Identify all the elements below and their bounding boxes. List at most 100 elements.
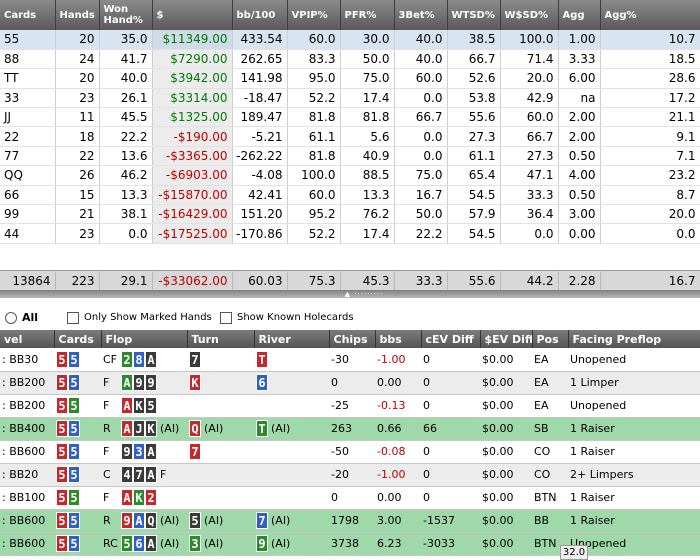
stats-col-header[interactable]: 3Bet% <box>394 0 448 30</box>
stats-cell: 17.2 <box>600 88 700 109</box>
card-5-h: 5 <box>56 397 68 414</box>
hands-col-header[interactable]: Cards <box>54 330 102 348</box>
facing-preflop-cell: Unopened <box>568 394 700 418</box>
stats-cell: 57.9 <box>447 204 501 225</box>
turn-cell: K <box>187 371 254 395</box>
hand-row[interactable]: : BB600 5 5 RC 5 6 A (AI) 3 (AI) 9 (AI) 3738 6.23 -303… <box>0 532 700 556</box>
river-cell: 9 (AI) <box>254 532 329 556</box>
stats-cell: 50.0 <box>340 49 395 70</box>
known-holecards-checkbox[interactable] <box>220 312 232 324</box>
card-5-h: 5 <box>56 374 68 391</box>
turn-action: (AI) <box>204 537 224 550</box>
summary-cell: 75.3 <box>287 270 341 291</box>
hand-row[interactable]: : BB600 5 5 F 9 3 A 7 -50 -0.08 0 $0.00 CO 1 Raiser <box>0 440 700 464</box>
card-T-c: T <box>256 420 268 437</box>
flop-cell: AK5 <box>119 394 187 418</box>
stats-cell: 45.5 <box>99 107 153 128</box>
stats-cell: 15 <box>55 185 100 206</box>
stats-row[interactable]: QQ 26 46.2 -$6903.00 -4.08 100.0 88.5 75.0 65.4 4… <box>0 165 700 186</box>
hand-row[interactable]: : BB600 5 5 R 9 A Q (AI) 5 (AI) 7 (AI) 1798 3.00 -1537… <box>0 509 700 533</box>
stats-cell: 53.8 <box>447 88 501 109</box>
hand-row[interactable]: : BB200 5 5 F A 9 9 K 6 0 0.00 0 $0.00 EA 1 Limper <box>0 371 700 395</box>
hand-row[interactable]: : BB20 5 5 C 4 7 A F -20 -1.00 0 $0.00 CO 2+ Limpers <box>0 463 700 487</box>
splitter-grip-icon[interactable]: ▲ ········· <box>336 291 392 298</box>
stats-cell: 0.0 <box>500 223 559 244</box>
hands-col-header[interactable]: bbs <box>375 330 422 348</box>
stats-cell: 141.98 <box>232 68 288 89</box>
hands-col-header[interactable]: Facing Preflop <box>568 330 700 348</box>
preflop-action-cell: R <box>101 509 119 533</box>
hands-col-header[interactable]: Flop <box>101 330 188 348</box>
stats-col-header[interactable]: W$SD% <box>500 0 559 30</box>
hands-col-header[interactable]: Chips <box>329 330 376 348</box>
stats-col-header[interactable]: WTSD% <box>447 0 501 30</box>
stats-col-header[interactable]: bb/100 <box>232 0 288 30</box>
level-cell: : BB600 <box>0 440 54 464</box>
pane-splitter[interactable]: ▲ ········· <box>0 290 700 298</box>
stats-cell: 66 <box>0 185 56 206</box>
stats-row[interactable]: 44 23 0.0 -$17525.00 -170.86 52.2 17.4 22.2 54.5… <box>0 223 700 244</box>
stats-col-header[interactable]: VPIP% <box>287 0 341 30</box>
card-5-h: 5 <box>56 443 68 460</box>
hole-cards-cell: 55 <box>54 348 101 372</box>
stats-cell: 20.0 <box>500 68 559 89</box>
hand-row[interactable]: : BB30 5 5 CF 2 8 A 7 T -30 -1.00 0 $0.00 EA Unopened <box>0 348 700 372</box>
card-2-c: 2 <box>121 350 133 368</box>
hands-col-header[interactable]: Turn <box>187 330 255 348</box>
stats-row[interactable]: 99 21 38.1 -$16429.00 151.20 95.2 76.2 50.0 57.9… <box>0 204 700 225</box>
filter-bar: All Only Show Marked Hands Show Known Ho… <box>0 309 700 329</box>
cev-diff-cell: 0 <box>421 394 480 418</box>
stats-col-header[interactable]: Hands <box>55 0 100 30</box>
hand-row[interactable]: : BB200 5 5 F A K 5 -25 -0.13 0 $0.00 EA Unopened <box>0 394 700 418</box>
hands-body: : BB30 5 5 CF 2 8 A 7 T -30 -1.00 0 $0.00 EA Unopened:… <box>0 348 700 556</box>
stats-col-header[interactable]: $ <box>152 0 233 30</box>
stats-cell: 52.2 <box>287 88 341 109</box>
sev-diff-cell: $0.00 <box>480 371 532 395</box>
position-cell: BTN <box>532 486 568 510</box>
stats-row[interactable]: JJ 11 45.5 $1325.00 189.47 81.8 81.8 66.7 55.6 60… <box>0 107 700 128</box>
sev-diff-cell: $0.00 <box>480 348 532 372</box>
all-radio[interactable] <box>5 312 17 324</box>
stats-row[interactable]: 55 20 35.0 $11349.00 433.54 60.0 30.0 40.0 38.5 1… <box>0 30 700 50</box>
card-5-d: 5 <box>68 420 80 437</box>
hole-cards-cell: 55 <box>54 532 101 556</box>
stats-row[interactable]: 22 18 22.2 -$190.00 -5.21 61.1 5.6 0.0 27.3 66.7 2… <box>0 126 700 147</box>
hands-col-header[interactable]: cEV Diff <box>421 330 481 348</box>
stats-row[interactable]: 77 22 13.6 -$3365.00 -262.22 81.8 40.9 0.0 61.1 2… <box>0 146 700 167</box>
stats-col-header[interactable]: Agg% <box>600 0 700 30</box>
summary-cell: 16.7 <box>600 270 700 291</box>
stats-cell: 3.00 <box>558 204 601 225</box>
stats-col-header[interactable]: PFR% <box>340 0 395 30</box>
hand-row[interactable]: : BB400 5 5 R A J K (AI) Q (AI) T (AI) 263 0.66 66 $0.0… <box>0 417 700 441</box>
card-8-d: 8 <box>133 350 145 368</box>
hands-header-row: vel Cards Flop Turn River Chips bbs cEV Diff $EV… <box>0 330 700 348</box>
stats-cell: 99 <box>0 204 56 225</box>
stats-cell: 33 <box>0 88 56 109</box>
hands-col-header[interactable]: $EV Diff <box>480 330 533 348</box>
card-2-h: 2 <box>145 489 157 506</box>
preflop-action-cell: F <box>101 371 119 395</box>
card-5-h: 5 <box>56 420 68 437</box>
stats-cell: 33.3 <box>500 185 559 206</box>
stats-col-header[interactable]: Won Hand% <box>99 0 153 30</box>
stats-row[interactable]: 66 15 13.3 -$15870.00 42.41 60.0 13.3 16.7 54.5 3… <box>0 185 700 206</box>
stats-summary-row: 13864 223 29.1 -$33062.00 60.03 75.3 45.3 33.3 5… <box>0 270 700 291</box>
hands-col-header[interactable]: River <box>254 330 330 348</box>
stats-col-header[interactable]: Agg <box>558 0 601 30</box>
marked-hands-checkbox[interactable] <box>67 312 79 324</box>
facing-preflop-cell: 1 Limper <box>568 371 700 395</box>
stats-cell: 0.0 <box>99 223 153 244</box>
stats-row[interactable]: 33 23 26.1 $3314.00 -18.47 52.2 17.4 0.0 53.8 42.… <box>0 88 700 109</box>
card-J-s: J <box>133 420 145 437</box>
stats-col-header[interactable]: Cards <box>0 0 56 30</box>
stats-cell: 60.0 <box>500 107 559 128</box>
hands-col-header[interactable]: Pos <box>532 330 569 348</box>
stats-cell: 20 <box>55 30 100 50</box>
cev-diff-cell: 0 <box>421 486 480 510</box>
hands-col-header[interactable]: vel <box>0 330 55 348</box>
preflop-action-cell: F <box>101 486 119 510</box>
hand-row[interactable]: : BB100 5 5 F A K 2 0 0.00 0 $0.00 BTN 1 Raiser <box>0 486 700 510</box>
stats-cell: QQ <box>0 165 56 186</box>
stats-row[interactable]: TT 20 40.0 $3942.00 141.98 95.0 75.0 60.0 52.6 20… <box>0 68 700 89</box>
stats-row[interactable]: 88 24 41.7 $7290.00 262.65 83.3 50.0 40.0 66.7 71… <box>0 49 700 70</box>
